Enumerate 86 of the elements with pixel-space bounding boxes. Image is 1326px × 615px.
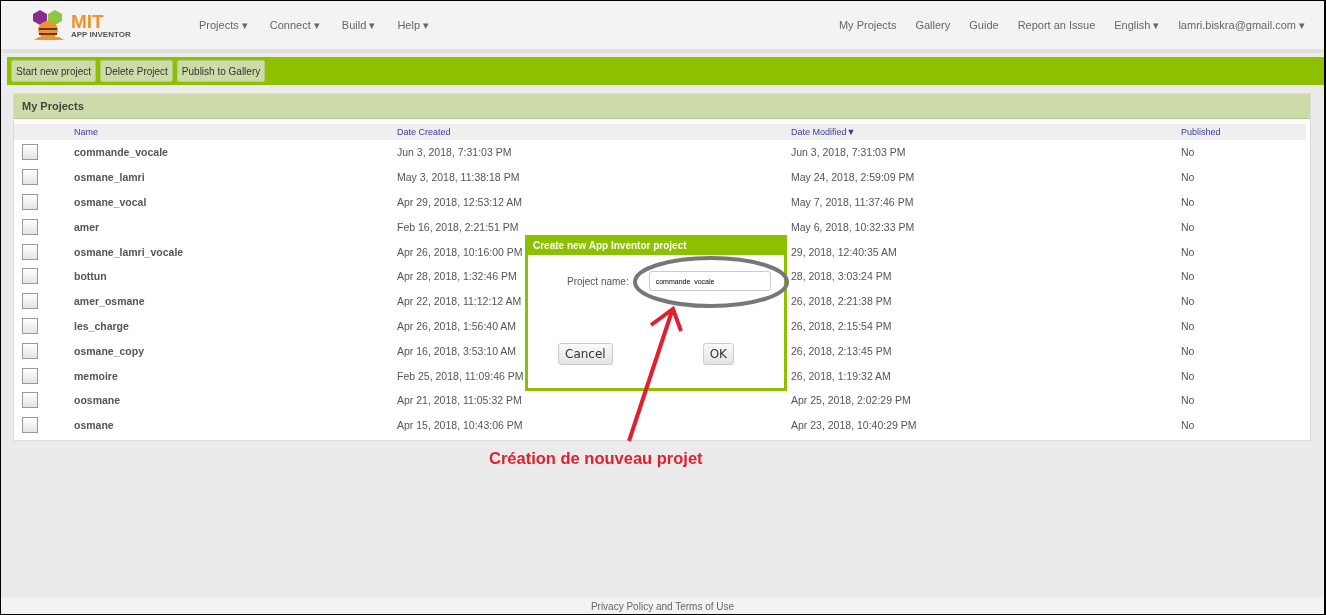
toolbar-button[interactable]: Start new project — [11, 60, 97, 82]
checkbox[interactable] — [22, 392, 38, 409]
nav-menu[interactable]: lamri.biskra@gmail.com ▾ — [1178, 18, 1305, 32]
nav-link[interactable]: Gallery — [915, 19, 951, 31]
dialog-button[interactable]: Cancel — [558, 343, 613, 365]
checkbox[interactable] — [22, 218, 38, 235]
table-cell: May 6, 2018, 10:32:33 PM — [791, 220, 915, 233]
nav-menu[interactable]: Connect ▾ — [269, 18, 320, 32]
table-cell: Apr 16, 2018, 3:53:10 AM — [397, 344, 517, 357]
project-name[interactable]: amer_osmane — [74, 295, 145, 308]
nav-menu[interactable]: Help ▾ — [397, 18, 430, 32]
table-cell: No — [1181, 394, 1195, 407]
table-cell: No — [1181, 146, 1195, 159]
table-cell: Apr 21, 2018, 11:05:32 PM — [397, 394, 522, 407]
table-cell: No — [1181, 319, 1195, 332]
table-cell: No — [1181, 270, 1195, 283]
table-cell: Jun 3, 2018, 7:31:03 PM — [791, 146, 906, 159]
project-name[interactable]: osmane_copy — [74, 344, 145, 357]
project-name[interactable]: osmane — [74, 419, 114, 432]
table-cell: Apr 25, 2018, 2:02:29 PM — [791, 394, 911, 407]
toolbar-button[interactable]: Publish to Gallery — [176, 60, 266, 82]
nav-link[interactable]: Report an Issue — [1017, 19, 1096, 31]
checkbox[interactable] — [22, 194, 38, 210]
table-cell: No — [1181, 295, 1195, 308]
checkbox[interactable] — [22, 169, 38, 186]
project-name[interactable]: memoire — [74, 369, 118, 382]
field-label: Project name: — [567, 275, 629, 287]
table-cell: Apr 22, 2018, 11:12:12 AM — [397, 295, 522, 308]
logo-subtitle: APP INVENTOR — [71, 30, 131, 39]
checkbox[interactable] — [22, 367, 38, 384]
checkbox[interactable] — [22, 417, 38, 434]
table-cell: 26, 2018, 2:21:38 PM — [791, 295, 892, 308]
table-cell: 26, 2018, 2:13:45 PM — [791, 344, 892, 357]
table-cell: Apr 28, 2018, 1:32:46 PM — [397, 270, 517, 283]
nav-menu[interactable]: English ▾ — [1114, 18, 1160, 32]
table-cell: May 7, 2018, 11:37:46 PM — [791, 196, 914, 208]
table-cell: 28, 2018, 3:03:24 PM — [791, 270, 892, 283]
nav-link[interactable]: Guide — [969, 19, 999, 31]
column-header[interactable]: Published — [1181, 127, 1221, 137]
checkbox[interactable] — [22, 293, 38, 310]
table-cell: No — [1181, 245, 1195, 258]
table-cell: No — [1181, 196, 1195, 208]
column-header[interactable]: Date Modified▼ — [791, 127, 856, 137]
table-cell: Apr 23, 2018, 10:40:29 PM — [791, 419, 917, 432]
nav-menu[interactable]: Build ▾ — [341, 18, 376, 32]
annotation-caption: Création de nouveau projet — [489, 449, 703, 468]
column-header[interactable]: Name — [74, 127, 98, 137]
logo-title: MIT — [71, 11, 105, 31]
panel-title: My Projects — [14, 94, 1310, 119]
table-cell: Jun 3, 2018, 7:31:03 PM — [397, 146, 512, 159]
table-cell: Apr 26, 2018, 10:16:00 PM — [397, 245, 523, 258]
project-name[interactable]: osmane_vocal — [74, 196, 147, 208]
project-name[interactable]: osmane_lamri_vocale — [74, 245, 184, 258]
column-header[interactable]: Date Created — [397, 127, 451, 137]
table-cell: Feb 25, 2018, 11:09:46 PM — [397, 369, 524, 382]
checkbox[interactable] — [22, 243, 38, 260]
table-cell: No — [1181, 369, 1195, 382]
dialog-button[interactable]: OK — [702, 343, 734, 365]
table-cell: No — [1181, 419, 1195, 432]
checkbox[interactable] — [22, 342, 38, 359]
project-name[interactable]: commande_vocale — [74, 146, 168, 159]
dialog-title: Create new App Inventor project — [525, 235, 787, 255]
table-cell: 26, 2018, 1:19:32 AM — [791, 369, 891, 382]
toolbar-button[interactable]: Delete Project — [100, 60, 173, 82]
table-cell: No — [1181, 344, 1195, 357]
table-cell: 29, 2018, 12:40:35 AM — [791, 245, 897, 258]
project-name[interactable]: les_charge — [74, 319, 129, 332]
nav-menu[interactable]: Projects ▾ — [199, 18, 248, 32]
checkbox[interactable] — [22, 268, 38, 285]
project-name[interactable]: amer — [74, 220, 100, 233]
nav-link[interactable]: My Projects — [838, 19, 897, 31]
project-name[interactable]: osmane_lamri — [74, 171, 145, 184]
checkbox[interactable] — [22, 144, 38, 161]
table-cell: No — [1181, 171, 1195, 184]
table-cell: Apr 15, 2018, 10:43:06 PM — [397, 419, 523, 432]
table-cell: Feb 16, 2018, 2:21:51 PM — [397, 220, 519, 233]
table-cell: Apr 29, 2018, 12:53:12 AM — [397, 196, 522, 208]
table-cell: May 24, 2018, 2:59:09 PM — [791, 171, 915, 184]
project-name[interactable]: oosmane — [74, 394, 121, 407]
checkbox[interactable] — [22, 317, 38, 334]
footer-link[interactable]: Privacy Policy and Terms of Use — [590, 600, 735, 612]
table-cell: 26, 2018, 2:15:54 PM — [791, 319, 892, 332]
table-cell: No — [1181, 220, 1195, 233]
table-cell: Apr 26, 2018, 1:56:40 AM — [397, 319, 517, 332]
project-name[interactable]: bottun — [74, 270, 107, 283]
table-cell: May 3, 2018, 11:38:18 PM — [397, 171, 520, 184]
